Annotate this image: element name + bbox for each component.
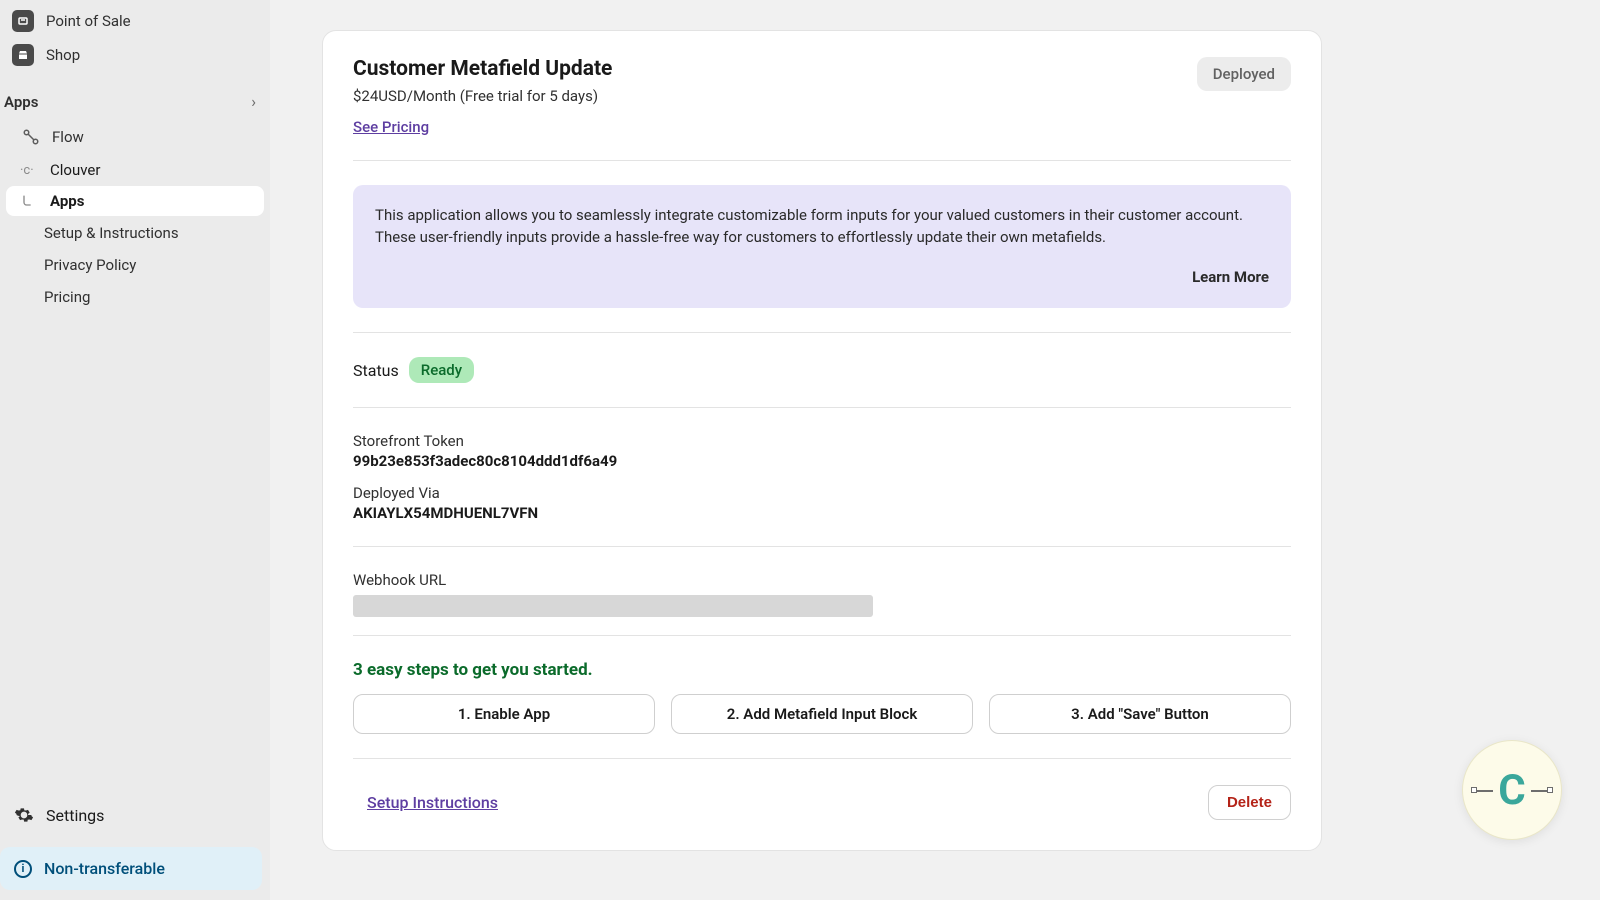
sidebar-item-pos[interactable]: Point of Sale (0, 4, 270, 38)
sidebar-item-apps[interactable]: Apps (6, 186, 264, 216)
chevron-right-icon: › (251, 92, 256, 111)
sidebar-item-label: Point of Sale (46, 12, 131, 30)
info-panel: This application allows you to seamlessl… (353, 185, 1291, 308)
sidebar-item-label: Settings (46, 806, 104, 825)
tree-branch-icon (20, 193, 42, 209)
sidebar-apps-header[interactable]: Apps › (0, 72, 270, 119)
card-header-left: Customer Metafield Update $24USD/Month (… (353, 57, 612, 136)
sidebar-item-clouver[interactable]: ·c· Clouver (6, 155, 264, 185)
step-1-button[interactable]: 1. Enable App (353, 694, 655, 734)
sidebar-item-label: Pricing (44, 288, 90, 306)
sidebar-item-flow[interactable]: Flow (6, 120, 264, 154)
sidebar-item-label: Privacy Policy (44, 256, 136, 274)
sidebar-item-shop[interactable]: Shop (0, 38, 270, 72)
card-header: Customer Metafield Update $24USD/Month (… (353, 57, 1291, 136)
sidebar-item-setup[interactable]: Setup & Instructions (0, 217, 270, 249)
steps-row: 1. Enable App 2. Add Metafield Input Blo… (353, 694, 1291, 734)
non-transferable-badge[interactable]: i Non-transferable (0, 847, 262, 890)
webhook-block: Webhook URL (353, 571, 1291, 617)
card-footer: Setup Instructions Delete (353, 785, 1291, 820)
badge-label: Non-transferable (44, 859, 165, 878)
info-icon: i (14, 860, 32, 878)
connector-dot-icon (1547, 787, 1553, 793)
deployed-via-value: AKIAYLX54MDHUENL7VFN (353, 504, 1291, 522)
connector-dot-icon (1471, 787, 1477, 793)
clouver-icon: ·c· (20, 163, 42, 178)
webhook-label: Webhook URL (353, 571, 1291, 589)
setup-instructions-link[interactable]: Setup Instructions (353, 793, 498, 812)
sidebar-bottom: Settings i Non-transferable (0, 797, 270, 900)
token-block: Storefront Token 99b23e853f3adec80c8104d… (353, 432, 1291, 522)
sidebar-item-label: Setup & Instructions (44, 224, 179, 242)
connector-line-icon (1475, 790, 1493, 792)
sidebar: Point of Sale Shop Apps › Flow ·c· Clouv… (0, 0, 270, 900)
divider (353, 546, 1291, 547)
sidebar-apps-label: Apps (4, 93, 38, 111)
sidebar-item-label: Clouver (50, 161, 100, 179)
status-label: Status (353, 361, 399, 380)
token-label: Storefront Token (353, 432, 1291, 450)
divider (353, 160, 1291, 161)
clouver-logo-icon: C (1498, 766, 1525, 815)
step-3-button[interactable]: 3. Add "Save" Button (989, 694, 1291, 734)
divider (353, 635, 1291, 636)
info-panel-text: This application allows you to seamlessl… (375, 205, 1269, 249)
status-badge: Ready (409, 357, 474, 383)
divider (353, 758, 1291, 759)
deployed-status-chip: Deployed (1197, 57, 1291, 91)
support-widget[interactable]: C (1462, 740, 1562, 840)
divider (353, 407, 1291, 408)
sidebar-item-privacy[interactable]: Privacy Policy (0, 249, 270, 281)
pos-icon (12, 10, 34, 32)
app-card: Customer Metafield Update $24USD/Month (… (322, 30, 1322, 851)
status-row: Status Ready (353, 357, 1291, 383)
gear-icon (14, 805, 34, 825)
sidebar-item-label: Apps (50, 192, 84, 210)
flow-icon (20, 126, 42, 148)
token-value: 99b23e853f3adec80c8104ddd1df6a49 (353, 452, 1291, 470)
main-content: Customer Metafield Update $24USD/Month (… (270, 0, 1600, 900)
sidebar-item-label: Shop (46, 46, 80, 64)
divider (353, 332, 1291, 333)
see-pricing-link[interactable]: See Pricing (353, 118, 429, 136)
card-title: Customer Metafield Update (353, 57, 612, 81)
sidebar-item-pricing[interactable]: Pricing (0, 281, 270, 313)
learn-more-link[interactable]: Learn More (375, 267, 1269, 289)
delete-button[interactable]: Delete (1208, 785, 1291, 820)
shop-icon (12, 44, 34, 66)
steps-heading: 3 easy steps to get you started. (353, 660, 1291, 680)
card-price: $24USD/Month (Free trial for 5 days) (353, 87, 612, 105)
webhook-url-input[interactable] (353, 595, 873, 617)
sidebar-item-label: Flow (52, 128, 84, 146)
sidebar-item-settings[interactable]: Settings (0, 797, 270, 833)
step-2-button[interactable]: 2. Add Metafield Input Block (671, 694, 973, 734)
deployed-via-label: Deployed Via (353, 484, 1291, 502)
